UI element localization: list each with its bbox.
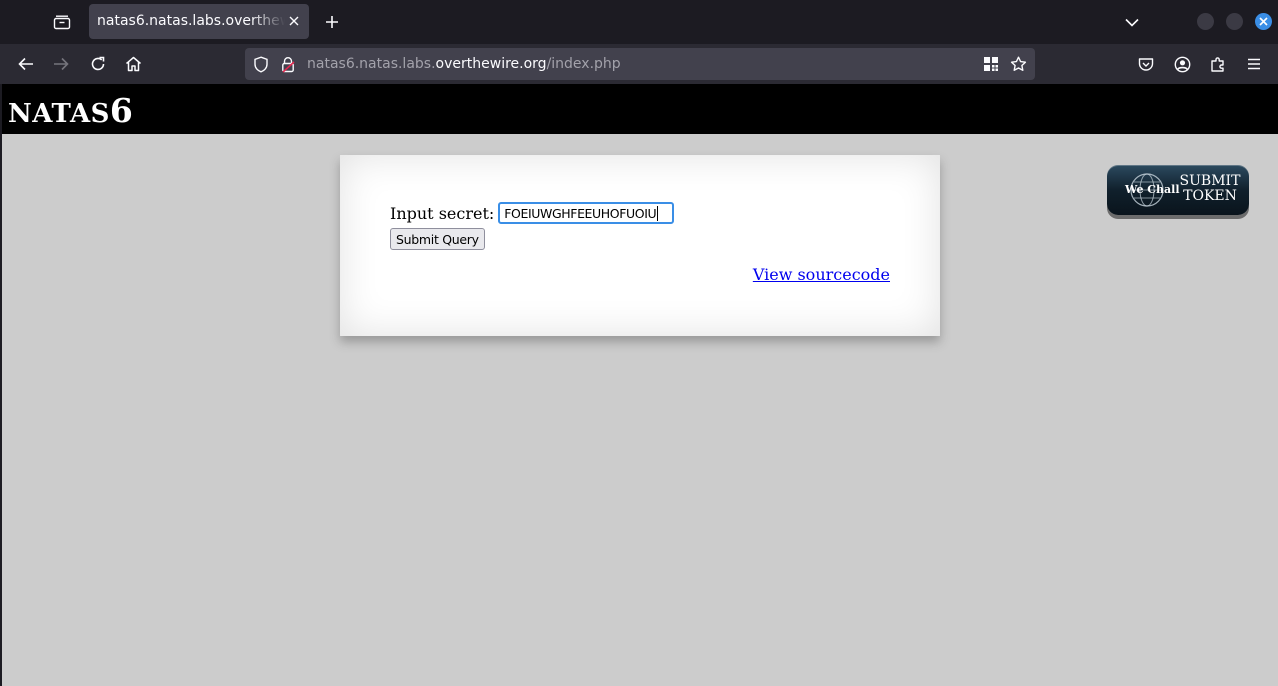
url-path: /index.php	[546, 56, 621, 72]
wechall-logo: We Chall	[1125, 183, 1180, 196]
submit-query-button[interactable]: Submit Query	[390, 228, 485, 250]
home-icon[interactable]	[119, 50, 147, 78]
submit-token-line1: SUBMIT	[1179, 173, 1241, 189]
view-sourcecode-link[interactable]: View sourcecode	[753, 265, 890, 284]
close-icon[interactable]	[287, 14, 301, 28]
content-panel: Input secret: FOEIUWGHFEEUHOFUOIU Submit…	[340, 155, 940, 336]
page-title-text: NATAS	[8, 99, 110, 129]
shield-icon[interactable]	[251, 54, 271, 74]
maximize-window-button[interactable]	[1226, 13, 1243, 30]
url-domain: overthewire.org	[435, 56, 547, 72]
page-viewport: NATAS6 Input secret: FOEIUWGHFEEUHOFUOIU…	[2, 84, 1278, 686]
tab-strip: natas6.natas.labs.overthewire.org	[0, 0, 1278, 44]
tab-title: natas6.natas.labs.overthewire.org	[97, 13, 285, 29]
pocket-icon[interactable]	[1132, 50, 1160, 78]
plus-icon[interactable]	[318, 8, 346, 36]
close-icon	[1259, 17, 1268, 26]
lock-icon[interactable]	[278, 54, 298, 74]
chevron-down-icon[interactable]	[1118, 8, 1146, 36]
url-text: natas6.natas.labs.overthewire.org/index.…	[307, 56, 621, 72]
minimize-window-button[interactable]	[1197, 13, 1214, 30]
reload-icon[interactable]	[84, 50, 112, 78]
page-title: NATAS6	[8, 91, 133, 130]
url-bar[interactable]: natas6.natas.labs.overthewire.org/index.…	[245, 48, 1035, 80]
navigation-toolbar: natas6.natas.labs.overthewire.org/index.…	[0, 44, 1278, 84]
qr-code-icon[interactable]	[981, 54, 1001, 74]
secret-label: Input secret:	[390, 203, 495, 223]
star-icon[interactable]	[1008, 54, 1028, 74]
back-arrow-icon[interactable]	[12, 50, 40, 78]
account-icon[interactable]	[1168, 50, 1196, 78]
close-window-button[interactable]	[1255, 13, 1272, 30]
secret-input[interactable]: FOEIUWGHFEEUHOFUOIU	[498, 202, 675, 224]
text-caret	[657, 205, 659, 221]
hamburger-menu-icon[interactable]	[1240, 50, 1268, 78]
forward-arrow-icon[interactable]	[47, 50, 75, 78]
secret-input-value: FOEIUWGHFEEUHOFUOIU	[504, 205, 657, 221]
tab-active[interactable]: natas6.natas.labs.overthewire.org	[89, 4, 309, 39]
submit-token-line2: TOKEN	[1183, 188, 1237, 204]
puzzle-icon[interactable]	[1204, 50, 1232, 78]
tab-manager-icon[interactable]	[48, 8, 76, 36]
page-header: NATAS6	[2, 84, 1278, 134]
page-title-number: 6	[109, 91, 134, 130]
url-prefix: natas6.natas.labs.	[307, 56, 436, 72]
wechall-submit-token-button[interactable]: We Chall SUBMIT TOKEN	[1107, 165, 1249, 215]
secret-form: Input secret: FOEIUWGHFEEUHOFUOIU	[390, 202, 675, 224]
submit-token-label: SUBMIT TOKEN	[1178, 174, 1242, 204]
